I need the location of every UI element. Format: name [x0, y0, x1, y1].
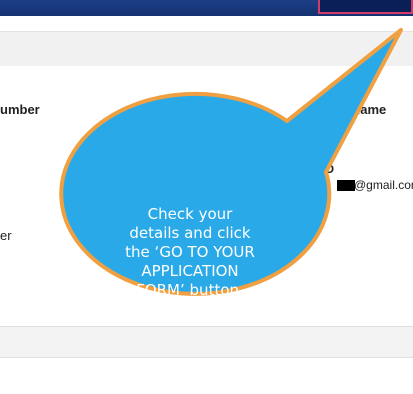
callout-line: APPLICATION	[141, 262, 239, 280]
callout-line: FORM’ button.	[136, 281, 244, 299]
callout-bubble	[59, 28, 403, 296]
callout-text: Check your details and click the ‘GO TO …	[90, 205, 290, 300]
callout-line: the ‘GO TO YOUR	[125, 243, 255, 261]
callout-line: Check your	[147, 205, 233, 223]
callout-line: details and click	[129, 224, 251, 242]
